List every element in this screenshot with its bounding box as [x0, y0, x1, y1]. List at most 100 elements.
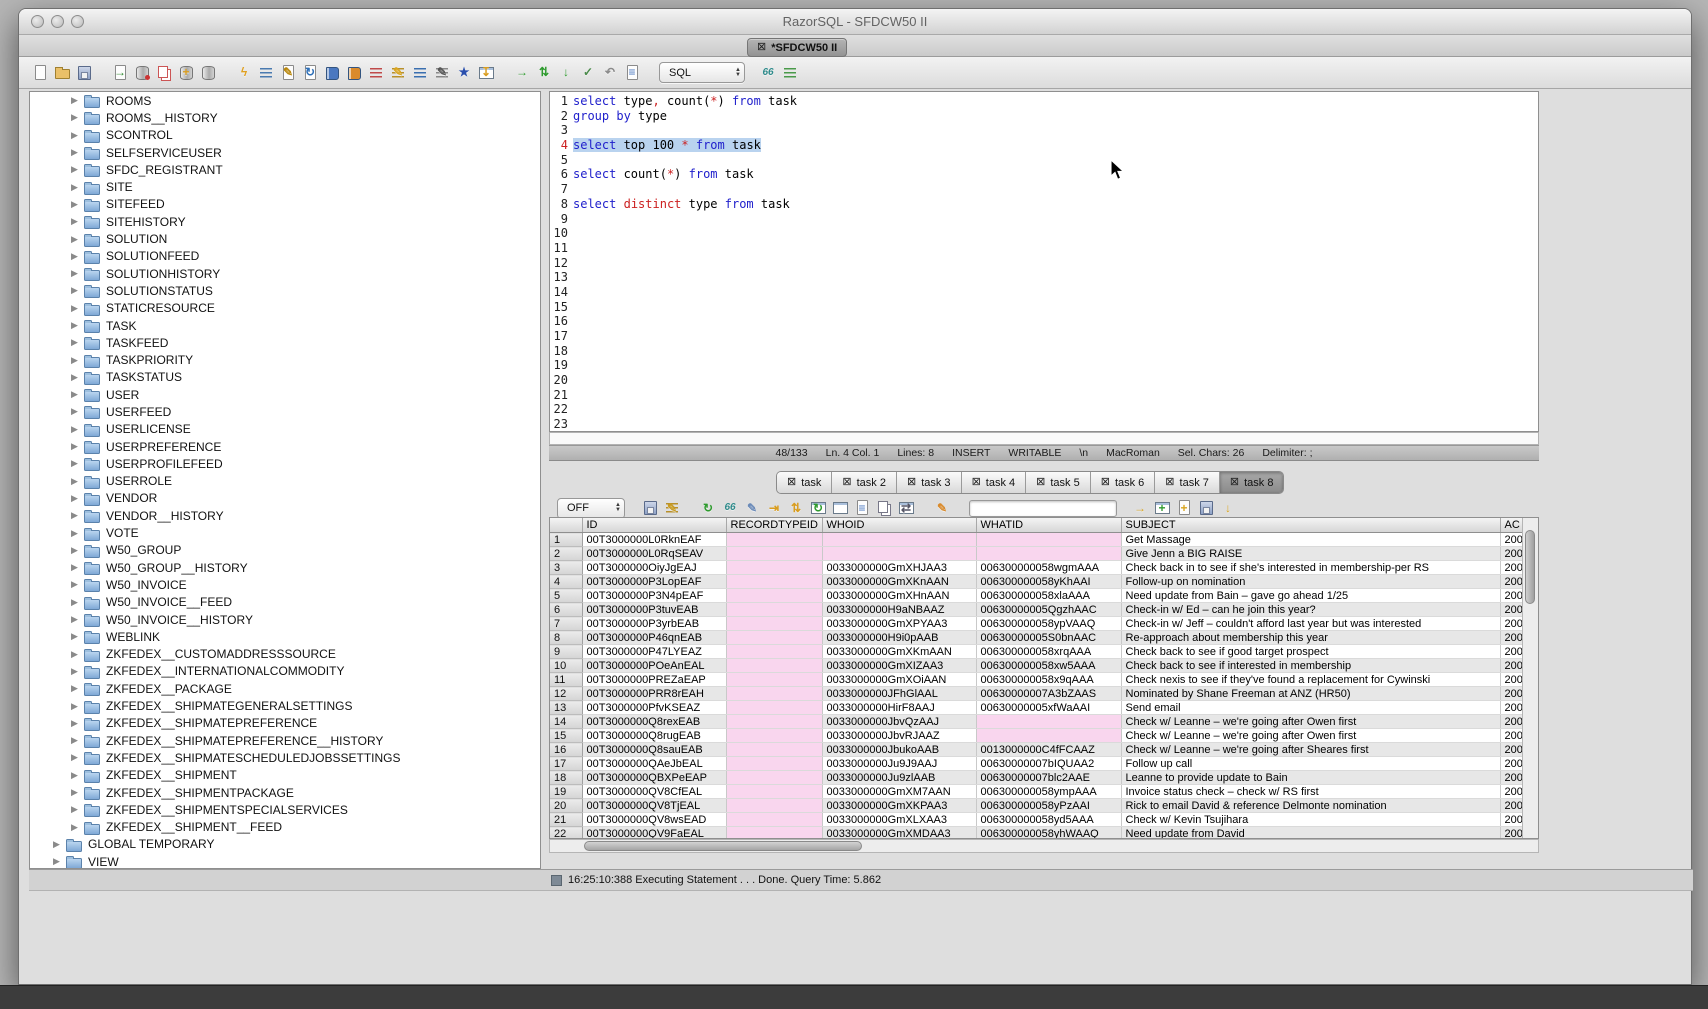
cell-recordtypeid[interactable]: [726, 603, 822, 617]
cell-whatid[interactable]: 00630000007A3bZAAS: [976, 687, 1121, 701]
tree-item-userprofilefeed[interactable]: ▶USERPROFILEFEED: [30, 455, 540, 472]
save-results-button[interactable]: [641, 499, 659, 517]
cell-whoid[interactable]: [822, 533, 976, 547]
quote-identifiers-button[interactable]: 66: [759, 64, 777, 82]
editor-line-7[interactable]: 7: [550, 182, 1538, 197]
database-button[interactable]: [199, 64, 217, 82]
disclosure-triangle-icon[interactable]: ▶: [68, 112, 81, 123]
tree-item-selfserviceuser[interactable]: ▶SELFSERVICEUSER: [30, 144, 540, 161]
cell-ac[interactable]: 200: [1500, 659, 1524, 673]
export-results-button[interactable]: +: [1153, 499, 1171, 517]
cell-recordtypeid[interactable]: [726, 757, 822, 771]
cell-id[interactable]: 00T3000000P46qnEAB: [582, 631, 726, 645]
cell-id[interactable]: 00T3000000PRR8rEAH: [582, 687, 726, 701]
editor-line-11[interactable]: 11: [550, 241, 1538, 256]
cell-recordtypeid[interactable]: [726, 533, 822, 547]
disclosure-triangle-icon[interactable]: ▶: [68, 130, 81, 141]
editor-line-4[interactable]: 4select top 100 * from task: [550, 138, 1538, 153]
cell-subject[interactable]: Follow-up on nomination: [1121, 575, 1500, 589]
tree-item-sfdc-registrant[interactable]: ▶SFDC_REGISTRANT: [30, 161, 540, 178]
tree-item-staticresource[interactable]: ▶STATICRESOURCE: [30, 300, 540, 317]
cell-ac[interactable]: 200: [1500, 827, 1524, 839]
filter-results-button[interactable]: ✎: [663, 499, 681, 517]
results-tab-task-5[interactable]: ⊠task 5: [1026, 472, 1091, 493]
column-header-rownum[interactable]: [550, 518, 582, 533]
cell-whoid[interactable]: 0033000000JbvQzAAJ: [822, 715, 976, 729]
cell-ac[interactable]: 200: [1500, 589, 1524, 603]
disclosure-triangle-icon[interactable]: ▶: [68, 182, 81, 193]
cell-subject[interactable]: Get Massage: [1121, 533, 1500, 547]
tree-item-w50-invoice[interactable]: ▶W50_INVOICE: [30, 576, 540, 593]
editor-line-9[interactable]: 9: [550, 212, 1538, 227]
tree-item-zkfedex-shipmentspecialservices[interactable]: ▶ZKFEDEX__SHIPMENTSPECIALSERVICES: [30, 801, 540, 818]
cell-ac[interactable]: 200: [1500, 547, 1524, 561]
copy-results-button[interactable]: [875, 499, 893, 517]
tree-item-w50-group[interactable]: ▶W50_GROUP: [30, 542, 540, 559]
disclosure-triangle-icon[interactable]: ▶: [68, 458, 81, 469]
results-tab-task-2[interactable]: ⊠task 2: [832, 472, 897, 493]
cell-whatid[interactable]: 006300000058xw5AAA: [976, 659, 1121, 673]
table-row[interactable]: 1100T3000000PREZaEAP0033000000GmXOiAAN00…: [550, 673, 1524, 687]
editor-line-8[interactable]: 8select distinct type from task: [550, 197, 1538, 212]
cell-recordtypeid[interactable]: [726, 715, 822, 729]
transpose-table-button[interactable]: ⇄: [897, 499, 915, 517]
sql-editor[interactable]: 1select type, count(*) from task2group b…: [549, 91, 1539, 432]
column-header-recordtypeid[interactable]: RECORDTYPEID: [726, 518, 822, 533]
cell-recordtypeid[interactable]: [726, 547, 822, 561]
rollback-button[interactable]: ↶: [601, 64, 619, 82]
cell-whatid[interactable]: [976, 547, 1121, 561]
cell-whatid[interactable]: 006300000058ympAAA: [976, 785, 1121, 799]
tree-item-userfeed[interactable]: ▶USERFEED: [30, 403, 540, 420]
disclosure-triangle-icon[interactable]: ▶: [68, 372, 81, 383]
cell-whoid[interactable]: 0033000000HirF8AAJ: [822, 701, 976, 715]
close-tab-icon[interactable]: ⊠: [1230, 477, 1239, 488]
cell-whoid[interactable]: 0033000000GmXPYAA3: [822, 617, 976, 631]
close-tab-icon[interactable]: ⊠: [1165, 477, 1174, 488]
tree-item-zkfedex-package[interactable]: ▶ZKFEDEX__PACKAGE: [30, 680, 540, 697]
cell-recordtypeid[interactable]: [726, 813, 822, 827]
cell-id[interactable]: 00T3000000QAeJbEAL: [582, 757, 726, 771]
cell-id[interactable]: 00T3000000PfvKSEAZ: [582, 701, 726, 715]
cell-subject[interactable]: Nominated by Shane Freeman at ANZ (HR50): [1121, 687, 1500, 701]
cell-whatid[interactable]: [976, 533, 1121, 547]
results-tab-task-4[interactable]: ⊠task 4: [962, 472, 1027, 493]
table-row[interactable]: 2100T3000000QV8wsEAD0033000000GmXLXAA300…: [550, 813, 1524, 827]
cell-ac[interactable]: 200: [1500, 757, 1524, 771]
cell-whatid[interactable]: 006300000058yKhAAI: [976, 575, 1121, 589]
tree-item-sitehistory[interactable]: ▶SITEHISTORY: [30, 213, 540, 230]
disclosure-triangle-icon[interactable]: ▶: [68, 320, 81, 331]
cell-id[interactable]: 00T3000000L0RqSEAV: [582, 547, 726, 561]
table-row[interactable]: 700T3000000P3yrbEAB0033000000GmXPYAA3006…: [550, 617, 1524, 631]
row-limit-dropdown[interactable]: OFF ▲▼: [557, 498, 625, 519]
tree-item-w50-invoice-history[interactable]: ▶W50_INVOICE__HISTORY: [30, 611, 540, 628]
cell-id[interactable]: 00T3000000P47LYEAZ: [582, 645, 726, 659]
tree-item-taskstatus[interactable]: ▶TASKSTATUS: [30, 369, 540, 386]
cell-recordtypeid[interactable]: [726, 743, 822, 757]
view-log-button[interactable]: ≡: [623, 64, 641, 82]
table-row[interactable]: 1000T3000000POeAnEAL0033000000GmXIZAA300…: [550, 659, 1524, 673]
tree-item-zkfedex-shipmatepreference[interactable]: ▶ZKFEDEX__SHIPMATEPREFERENCE: [30, 715, 540, 732]
cell-subject[interactable]: Re-approach about membership this year: [1121, 631, 1500, 645]
cell-recordtypeid[interactable]: [726, 673, 822, 687]
cell-ac[interactable]: 200: [1500, 575, 1524, 589]
cell-whoid[interactable]: 0033000000GmXKPAA3: [822, 799, 976, 813]
table-row[interactable]: 200T3000000L0RqSEAVGive Jenn a BIG RAISE…: [550, 547, 1524, 561]
edit-query-button[interactable]: ✎: [433, 64, 451, 82]
cell-id[interactable]: 00T3000000QV9FaEAL: [582, 827, 726, 839]
cell-whoid[interactable]: 0033000000JbvRJAAZ: [822, 729, 976, 743]
import-file-button[interactable]: →: [111, 64, 129, 82]
disclosure-triangle-icon[interactable]: ▶: [68, 735, 81, 746]
cell-whoid[interactable]: 0033000000GmXKmAAN: [822, 645, 976, 659]
results-tab-task-3[interactable]: ⊠task 3: [897, 472, 962, 493]
results-tab-task-8[interactable]: ⊠task 8: [1220, 472, 1284, 493]
disclosure-triangle-icon[interactable]: ▶: [68, 337, 81, 348]
cell-whoid[interactable]: 0033000000Ju9J9AAJ: [822, 757, 976, 771]
execute-all-button[interactable]: ⇅: [535, 64, 553, 82]
tree-item-zkfedex-shipmategeneralsettings[interactable]: ▶ZKFEDEX__SHIPMATEGENERALSETTINGS: [30, 697, 540, 714]
results-tab-task-6[interactable]: ⊠task 6: [1091, 472, 1156, 493]
disclosure-triangle-icon[interactable]: ▶: [68, 528, 81, 539]
format-sql-button[interactable]: ✎: [389, 64, 407, 82]
disclosure-triangle-icon[interactable]: ▶: [68, 389, 81, 400]
cell-whoid[interactable]: [822, 547, 976, 561]
cell-ac[interactable]: 200: [1500, 715, 1524, 729]
